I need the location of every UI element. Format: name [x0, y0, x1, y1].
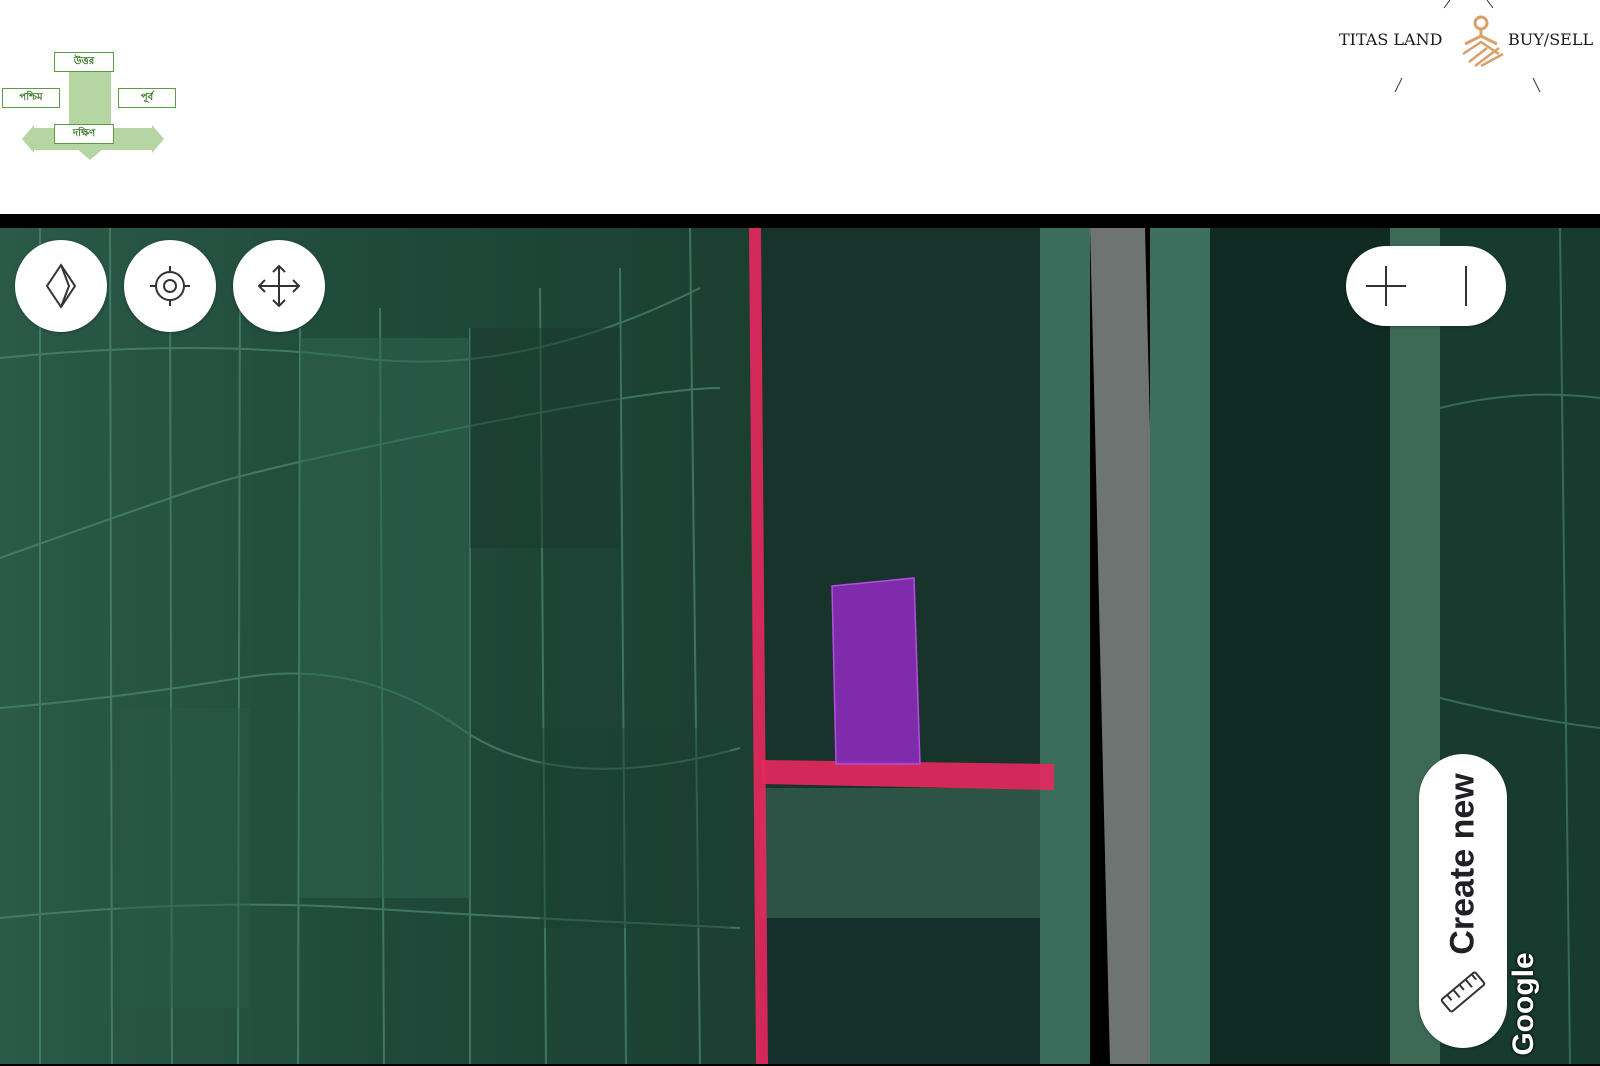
road-verge-west [1040, 228, 1090, 1064]
compass-north-label: উত্তর [54, 52, 114, 72]
google-attribution: Google [1507, 952, 1540, 1056]
plus-icon [1366, 266, 1406, 306]
logo-brand-right: BUY/SELL [1508, 30, 1594, 49]
logo-brand-left: TITAS LAND [1339, 30, 1443, 49]
create-new-label: Create new [1443, 773, 1482, 955]
minus-icon [1465, 266, 1467, 306]
crosshair-locate-icon [150, 266, 190, 306]
zoom-out-button[interactable] [1426, 246, 1506, 326]
field-lower-strip [760, 788, 1050, 918]
brand-logo: TITAS LAND BUY/SELL [1339, 0, 1600, 100]
selected-plot[interactable] [831, 577, 921, 765]
satellite-map[interactable] [0, 228, 1600, 1064]
move-arrows-icon [257, 264, 301, 308]
compass-east-label: পূর্ব [118, 88, 176, 108]
field-bottom [760, 918, 1050, 1064]
diamond-layers-icon [45, 263, 77, 309]
create-new-button[interactable]: Create new [1419, 754, 1507, 1048]
compass-arrow-right-icon [152, 125, 164, 153]
layers-button[interactable] [15, 240, 107, 332]
compass-arrow-down-icon [76, 148, 104, 160]
zoom-in-button[interactable] [1346, 246, 1426, 326]
field-area-east [1210, 228, 1400, 1064]
map-imagery[interactable] [0, 228, 1600, 1064]
pan-button[interactable] [233, 240, 325, 332]
house-land-icon [1462, 15, 1504, 68]
zoom-control [1346, 246, 1506, 326]
road-verge-east [1150, 228, 1210, 1064]
compass-west-label: পশ্চিম [2, 88, 60, 108]
compass-arrow-left-icon [22, 125, 34, 153]
compass-rose: উত্তর দক্ষিণ পশ্চিম পূর্ব [0, 50, 180, 160]
compass-south-label: দক্ষিণ [54, 124, 114, 144]
locate-button[interactable] [124, 240, 216, 332]
header: উত্তর দক্ষিণ পশ্চিম পূর্ব TITAS LAND BUY… [0, 0, 1600, 214]
ruler-icon [1440, 971, 1486, 1013]
map-frame [0, 214, 1600, 1066]
